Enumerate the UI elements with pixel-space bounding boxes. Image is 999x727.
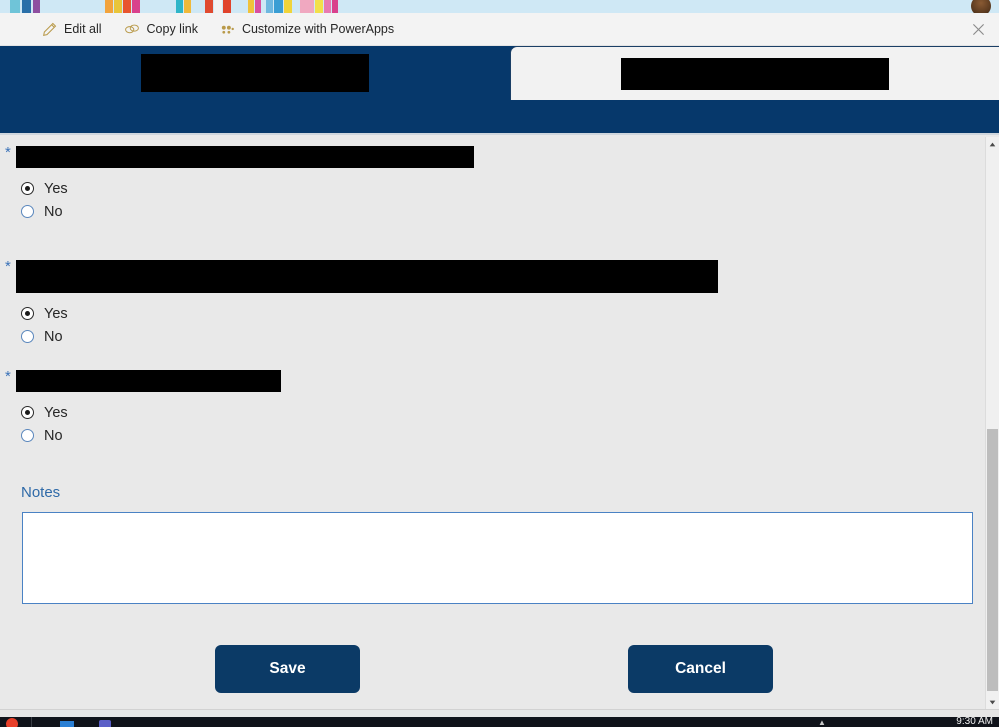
taskbar-divider	[31, 717, 32, 727]
question-3: * Yes No	[0, 368, 281, 447]
scroll-up-icon[interactable]	[986, 137, 999, 151]
question-1-label-row: *	[0, 144, 474, 168]
notes-label: Notes	[21, 484, 61, 501]
radio-icon[interactable]	[21, 429, 34, 442]
banner-artwork	[10, 0, 338, 13]
cancel-button[interactable]: Cancel	[628, 645, 773, 693]
link-icon	[124, 22, 140, 37]
app-window: Edit all Copy link Customize with PowerA…	[0, 0, 999, 727]
powerapps-icon	[220, 23, 235, 36]
question-2-label-row: *	[0, 258, 718, 293]
taskbar-app-icon-2[interactable]	[99, 720, 111, 727]
required-marker: *	[5, 258, 11, 275]
pencil-icon	[42, 22, 57, 37]
customize-powerapps-button[interactable]: Customize with PowerApps	[220, 22, 394, 36]
scrollbar-thumb[interactable]	[987, 429, 998, 691]
required-marker: *	[5, 144, 11, 161]
question-1-option-no-label: No	[44, 203, 63, 220]
question-3-option-no-label: No	[44, 427, 63, 444]
required-marker: *	[5, 368, 11, 385]
radio-icon[interactable]	[21, 182, 34, 195]
radio-icon[interactable]	[21, 406, 34, 419]
question-2-options: Yes No	[0, 302, 718, 348]
question-3-options: Yes No	[0, 401, 281, 447]
question-1-label-redacted	[15, 146, 474, 168]
question-1-option-no[interactable]: No	[21, 200, 474, 223]
customize-powerapps-label: Customize with PowerApps	[241, 22, 395, 36]
windows-taskbar: ▲ 9:30 AM	[0, 716, 999, 727]
question-2-label-redacted	[15, 260, 718, 293]
site-banner	[0, 0, 999, 13]
tab-two[interactable]	[510, 46, 999, 100]
tab-strip	[0, 46, 999, 135]
question-2-option-yes[interactable]: Yes	[21, 302, 718, 325]
page-bottom-strip	[0, 709, 999, 717]
tab-two-label-redacted	[621, 57, 889, 90]
show-hidden-icons-icon[interactable]: ▲	[818, 718, 826, 727]
question-3-option-no[interactable]: No	[21, 424, 281, 447]
save-button[interactable]: Save	[215, 645, 360, 693]
notes-input[interactable]	[22, 512, 973, 604]
taskbar-app-icon-1[interactable]	[60, 721, 74, 727]
close-icon[interactable]	[967, 18, 989, 40]
tab-one[interactable]	[0, 46, 509, 100]
question-3-option-yes-label: Yes	[44, 404, 68, 421]
copy-link-label: Copy link	[146, 22, 198, 36]
question-2-option-no-label: No	[44, 328, 63, 345]
radio-icon[interactable]	[21, 205, 34, 218]
radio-icon[interactable]	[21, 330, 34, 343]
radio-icon[interactable]	[21, 307, 34, 320]
question-1-option-yes[interactable]: Yes	[21, 177, 474, 200]
vertical-scrollbar[interactable]	[985, 137, 999, 709]
question-1-options: Yes No	[0, 177, 474, 223]
question-3-label-redacted	[15, 370, 281, 392]
taskbar-clock[interactable]: 9:30 AM	[956, 716, 993, 727]
tab-one-label-redacted	[140, 54, 369, 92]
question-1-option-yes-label: Yes	[44, 180, 68, 197]
command-toolbar: Edit all Copy link Customize with PowerA…	[0, 13, 999, 46]
user-avatar[interactable]	[971, 0, 991, 13]
form-body: * Yes No * Yes No * Yes No Notes Save Ca…	[0, 137, 985, 709]
question-2-option-yes-label: Yes	[44, 305, 68, 322]
question-3-option-yes[interactable]: Yes	[21, 401, 281, 424]
copy-link-button[interactable]: Copy link	[124, 22, 198, 37]
question-2-option-no[interactable]: No	[21, 325, 718, 348]
edit-all-label: Edit all	[64, 22, 102, 36]
question-3-label-row: *	[0, 368, 281, 392]
scroll-down-icon[interactable]	[986, 695, 999, 709]
edit-all-button[interactable]: Edit all	[42, 22, 102, 37]
question-1: * Yes No	[0, 144, 474, 223]
start-button-icon[interactable]	[6, 718, 18, 727]
question-2: * Yes No	[0, 258, 718, 348]
